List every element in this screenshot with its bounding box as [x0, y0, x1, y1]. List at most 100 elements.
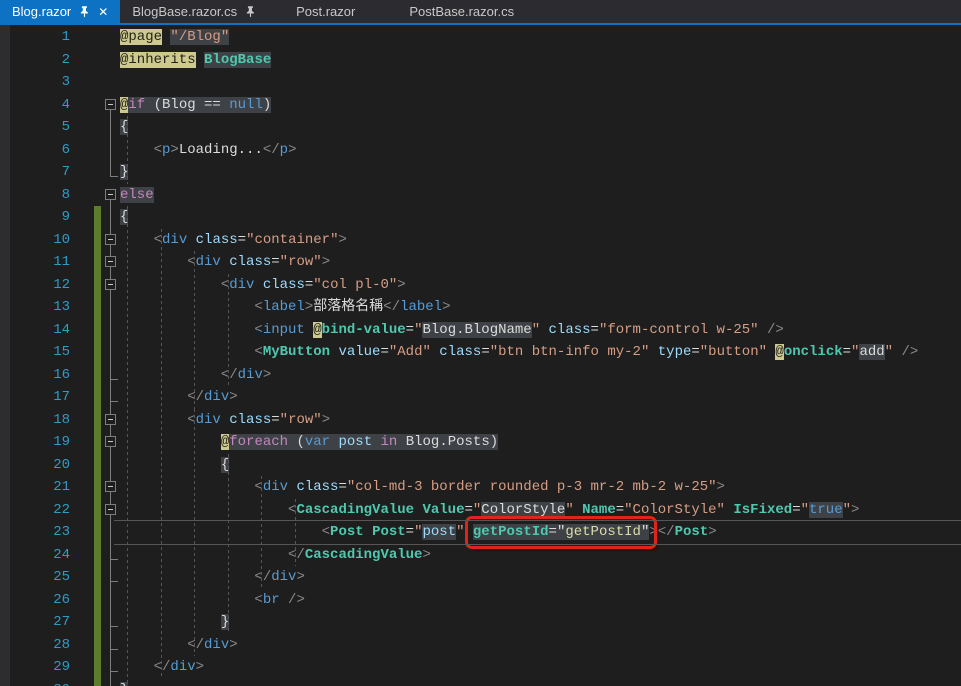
- token: "/Blog": [170, 29, 229, 45]
- code-editor[interactable]: 1@page "/Blog"2@inherits BlogBase34@if (…: [0, 25, 961, 686]
- line-number: 21: [0, 476, 70, 499]
- line-number: 17: [0, 386, 70, 409]
- token: >: [851, 502, 859, 518]
- line-number: 8: [0, 184, 70, 207]
- token: div: [196, 254, 221, 270]
- indent-guide: [228, 274, 229, 387]
- token: input: [263, 322, 305, 338]
- token: Blog.Posts): [397, 434, 498, 450]
- token: >: [288, 142, 296, 158]
- code-line: 11 <div class="row">: [0, 251, 961, 274]
- token: 部落格名稱: [313, 299, 383, 315]
- code-text: </div>: [120, 367, 271, 383]
- indent-guide: [194, 251, 195, 409]
- indent-guide: [161, 229, 162, 679]
- code-line: 29 </div>: [0, 656, 961, 679]
- fold-collapse-button[interactable]: [105, 99, 116, 110]
- token: <: [254, 344, 262, 360]
- token: class: [296, 479, 338, 495]
- token: Value: [422, 502, 464, 518]
- token: [221, 412, 229, 428]
- code-line: 20 {: [0, 454, 961, 477]
- code-line: 18 <div class="row">: [0, 409, 961, 432]
- code-text: </CascadingValue>: [120, 547, 431, 563]
- line-number: 14: [0, 319, 70, 342]
- code-text: <label>部落格名稱</label>: [120, 299, 450, 315]
- code-text: </div>: [120, 389, 238, 405]
- code-text: <div class="col-md-3 border rounded p-3 …: [120, 479, 725, 495]
- token: <: [254, 592, 262, 608]
- token: div: [229, 277, 254, 293]
- fold-collapse-button[interactable]: [105, 279, 116, 290]
- pin-icon[interactable]: [78, 5, 91, 18]
- token: =: [616, 502, 624, 518]
- tab-blogbase-razor-cs[interactable]: BlogBase.razor.cs: [120, 0, 269, 23]
- tab-label: Post.razor: [296, 4, 355, 19]
- token: @: [221, 434, 229, 450]
- line-number: 25: [0, 566, 70, 589]
- code-line: 22 <CascadingValue Value="ColorStyle" Na…: [0, 499, 961, 522]
- code-text: @foreach (var post in Blog.Posts): [120, 434, 498, 450]
- token: "col pl-0": [313, 277, 397, 293]
- outlining-end-corner: [110, 176, 118, 177]
- pin-icon[interactable]: [244, 5, 257, 18]
- code-text: </div>: [120, 659, 204, 675]
- token: div: [204, 637, 229, 653]
- token: div: [170, 659, 195, 675]
- token: =: [843, 344, 851, 360]
- token: </: [288, 547, 305, 563]
- token: =: [338, 479, 346, 495]
- fold-collapse-button[interactable]: [105, 481, 116, 492]
- token: if: [128, 97, 145, 113]
- token: ): [263, 97, 271, 113]
- code-line: 7}: [0, 161, 961, 184]
- token: [187, 232, 195, 248]
- indent-guide: [194, 409, 195, 657]
- code-text: @if (Blog == null): [120, 97, 271, 113]
- code-text: else: [120, 187, 154, 203]
- line-number: 16: [0, 364, 70, 387]
- outlining-end-corner: [110, 626, 118, 627]
- tab-blog-razor[interactable]: Blog.razor✕: [0, 0, 120, 23]
- code-line: 16 </div>: [0, 364, 961, 387]
- fold-collapse-button[interactable]: [105, 436, 116, 447]
- line-number: 4: [0, 94, 70, 117]
- token: [280, 592, 288, 608]
- token: div: [271, 569, 296, 585]
- token: Blog.BlogName: [422, 322, 531, 338]
- fold-collapse-button[interactable]: [105, 414, 116, 425]
- fold-collapse-button[interactable]: [105, 189, 116, 200]
- fold-collapse-button[interactable]: [105, 504, 116, 515]
- tab-postbase-razor-cs[interactable]: PostBase.razor.cs: [382, 0, 541, 23]
- token: </: [254, 569, 271, 585]
- token: CascadingValue: [296, 502, 414, 518]
- token: class: [196, 232, 238, 248]
- outlining-end-corner: [110, 379, 118, 380]
- close-icon[interactable]: ✕: [98, 6, 108, 18]
- token: ": [801, 502, 809, 518]
- code-line: 5{: [0, 116, 961, 139]
- token: >: [296, 569, 304, 585]
- code-text: <div class="col pl-0">: [120, 277, 406, 293]
- token: ": [565, 502, 573, 518]
- line-number: 28: [0, 634, 70, 657]
- line-number: 3: [0, 71, 70, 94]
- token: [305, 322, 313, 338]
- fold-collapse-button[interactable]: [105, 256, 116, 267]
- tab-post-razor[interactable]: Post.razor: [269, 0, 382, 23]
- indent-guide: [228, 454, 229, 634]
- line-number: 13: [0, 296, 70, 319]
- token: [759, 322, 767, 338]
- indent-guide: [261, 476, 262, 589]
- tab-label: PostBase.razor.cs: [409, 4, 514, 19]
- token: >: [397, 277, 405, 293]
- line-number: 9: [0, 206, 70, 229]
- code-text: <div class="row">: [120, 254, 330, 270]
- token: div: [196, 412, 221, 428]
- code-text: <br />: [120, 592, 305, 608]
- code-line: 21 <div class="col-md-3 border rounded p…: [0, 476, 961, 499]
- token: >: [170, 142, 178, 158]
- token: p: [280, 142, 288, 158]
- fold-collapse-button[interactable]: [105, 234, 116, 245]
- indent-guide: [295, 499, 296, 567]
